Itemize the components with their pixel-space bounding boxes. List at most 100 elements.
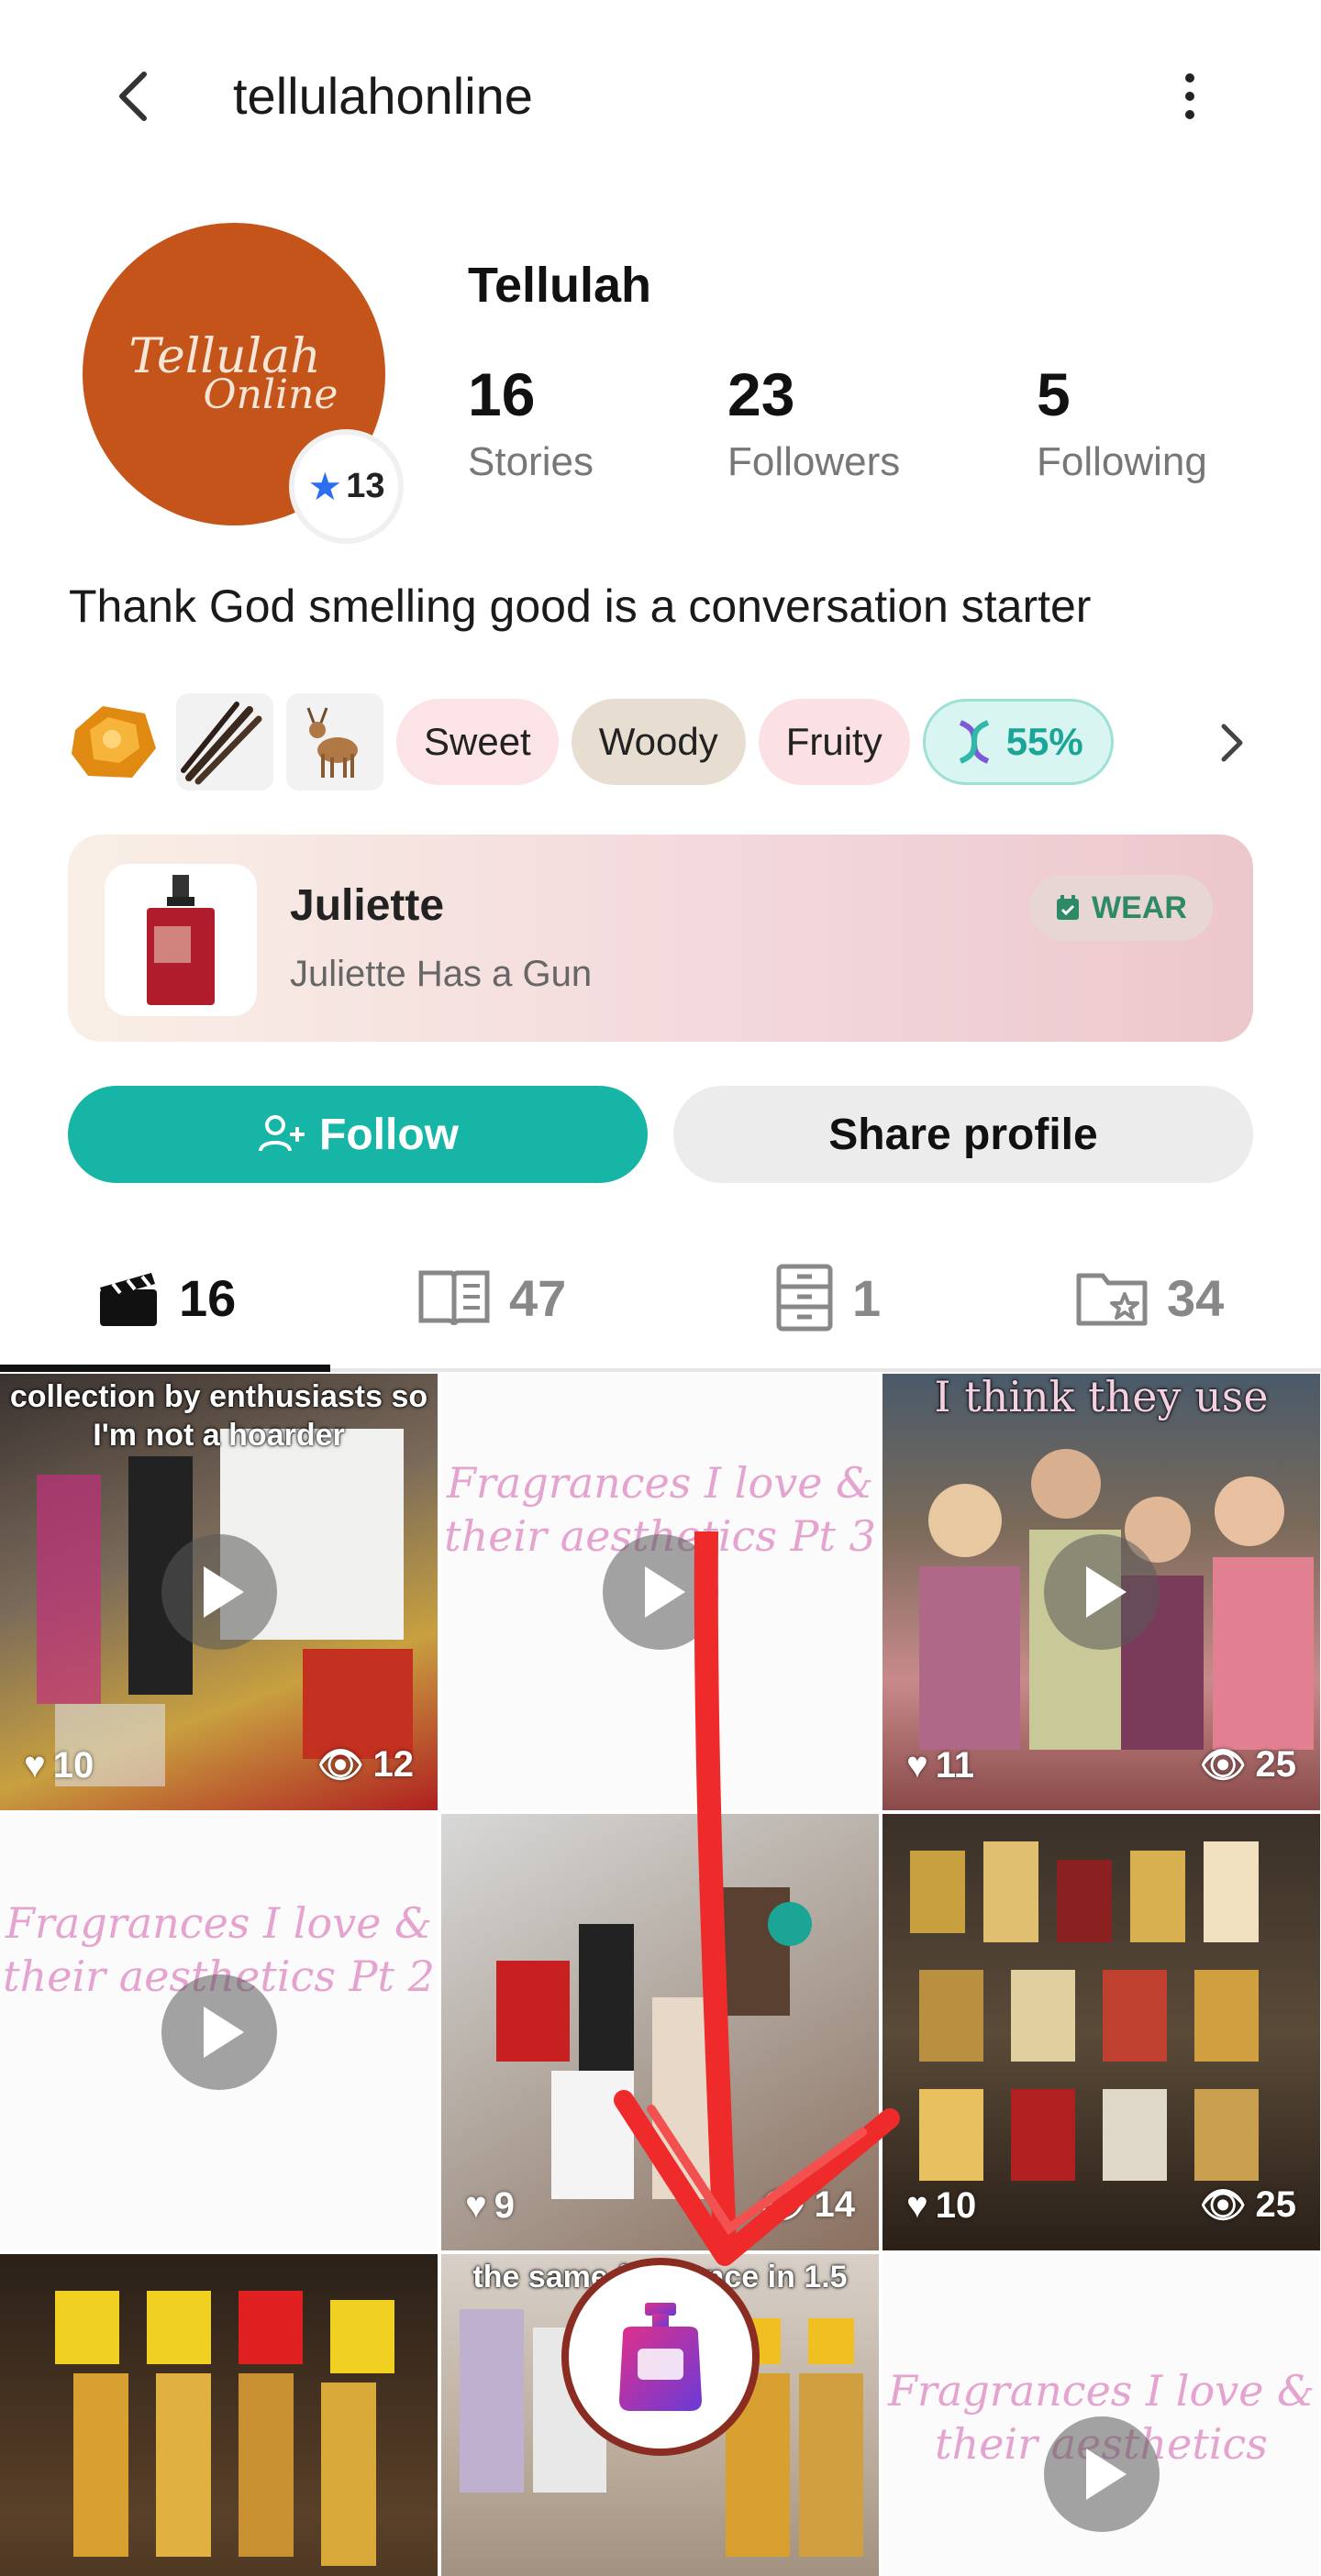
likes-value: 11 [935,1745,975,1786]
deer-icon[interactable] [286,693,383,790]
likes-count: ♥ 10 [906,2185,976,2227]
views-count: 👁 25 [1200,2184,1296,2227]
story-tile[interactable]: Fragrances I love & their aesthetics [883,2254,1320,2576]
stat-following[interactable]: 5 Following [1037,358,1207,490]
dna-icon [959,720,989,764]
perfume-bottle-icon [619,2303,702,2411]
currently-wearing-card[interactable]: Juliette Juliette Has a Gun WEAR [68,835,1253,1042]
views-value: 12 [372,1744,415,1785]
story-tile[interactable]: Fragrances I love & their aesthetics Pt … [0,1814,438,2250]
heart-icon: ♥ [906,2185,928,2226]
folder-star-icon [1076,1273,1148,1326]
tag-pill[interactable]: Woody [571,699,746,785]
eye-icon: 👁 [1199,2185,1247,2226]
perfume-name: Juliette [290,881,445,930]
likes-value: 9 [494,2185,515,2226]
top-bar: tellulahonline [0,0,1321,193]
dna-percent: 55% [1005,720,1083,763]
story-caption: I think they use [934,1374,1269,1421]
play-icon [1043,1534,1160,1650]
stat-stories[interactable]: 16 Stories [468,358,594,490]
avatar-logo-line2: Online [203,371,339,418]
scent-dna-match[interactable]: 55% [922,699,1114,785]
eye-icon: 👁 [1199,1745,1247,1786]
chevron-left-icon [119,72,147,121]
stat-label: Stories [468,439,594,484]
stat-value: 16 [468,360,536,428]
perfume-thumbnail [105,864,257,1016]
wear-badge-label: WEAR [1092,890,1187,925]
follow-button[interactable]: Follow [68,1086,648,1183]
tab-count: 47 [509,1268,567,1327]
vanilla-icon[interactable] [176,693,273,790]
stat-followers[interactable]: 23 Followers [727,358,900,490]
tab-saved[interactable]: 34 [1075,1256,1224,1339]
story-tile[interactable]: I think they use ♥ 11 👁 25 [883,1374,1320,1810]
likes-count: ♥ 10 [24,1745,94,1786]
add-user-icon [259,1115,305,1152]
bio-text: Thank God smelling good is a conversatio… [69,580,1092,632]
story-tile[interactable] [0,2254,438,2576]
eye-icon: 👁 [758,2185,805,2226]
star-icon: ★ [307,465,343,508]
content-tabs: 16 47 1 34 [0,1238,1321,1372]
follow-button-label: Follow [319,1110,459,1159]
add-fragrance-button[interactable] [561,2258,760,2456]
stat-label: Followers [727,439,901,484]
amber-icon[interactable] [66,693,163,790]
story-tile[interactable]: collection by enthusiasts so I'm not a h… [0,1374,438,1810]
cabinet-icon [776,1264,833,1332]
more-options-button[interactable] [1158,64,1222,128]
tab-count: 34 [1167,1268,1225,1327]
tag-pill[interactable]: Sweet [396,699,559,785]
likes-count: ♥ 9 [465,2185,515,2227]
tab-stories[interactable]: 16 [96,1256,236,1339]
tags-scroll-right-button[interactable] [1209,715,1255,770]
tab-collection[interactable]: 1 [775,1256,881,1339]
back-button[interactable] [101,64,165,128]
chevron-right-icon [1221,724,1243,762]
views-value: 25 [1255,2184,1297,2225]
tab-reviews[interactable]: 47 [417,1256,566,1339]
display-name: Tellulah [468,258,652,313]
stat-label: Following [1037,439,1207,484]
likes-value: 10 [52,1745,94,1786]
play-icon [161,1974,277,2090]
views-count: 👁 12 [317,1743,414,1786]
views-count: 👁 14 [759,2184,855,2227]
play-icon [1043,2416,1160,2532]
tab-count: 1 [852,1268,882,1327]
more-dot [1185,110,1194,119]
story-thumbnail [55,2291,394,2566]
stat-value: 23 [727,360,795,428]
tab-count: 16 [179,1268,237,1327]
more-dot [1185,73,1194,83]
level-value: 13 [346,467,385,505]
scent-tags-row: Sweet Woody Fruity 55% [66,693,1259,790]
active-tab-indicator [0,1365,330,1372]
page-title: tellulahonline [233,67,533,125]
clapperboard-icon [100,1273,157,1326]
level-badge[interactable]: ★ 13 [289,429,404,544]
views-value: 14 [814,2184,856,2225]
perfume-bottle-icon [147,875,215,1005]
heart-icon: ♥ [465,2185,487,2226]
story-tile[interactable]: ♥ 9 👁 14 [441,1814,879,2250]
story-tile[interactable]: ♥ 10 👁 25 [883,1814,1320,2250]
story-tile[interactable]: Fragrances I love & their aesthetics Pt … [441,1374,879,1810]
play-icon [602,1534,718,1650]
likes-count: ♥ 11 [906,1745,974,1786]
perfume-brand: Juliette Has a Gun [290,954,593,994]
story-caption: collection by enthusiasts so I'm not a h… [9,1379,428,1453]
heart-icon: ♥ [906,1745,928,1786]
views-value: 25 [1255,1744,1297,1785]
share-profile-button[interactable]: Share profile [673,1086,1253,1183]
tag-pill[interactable]: Fruity [758,699,910,785]
calendar-check-icon [1057,895,1079,920]
more-dot [1185,92,1194,101]
stat-value: 5 [1037,360,1071,428]
book-icon [418,1270,490,1326]
likes-value: 10 [935,2185,977,2226]
eye-icon: 👁 [316,1745,364,1786]
wear-badge[interactable]: WEAR [1029,875,1213,941]
